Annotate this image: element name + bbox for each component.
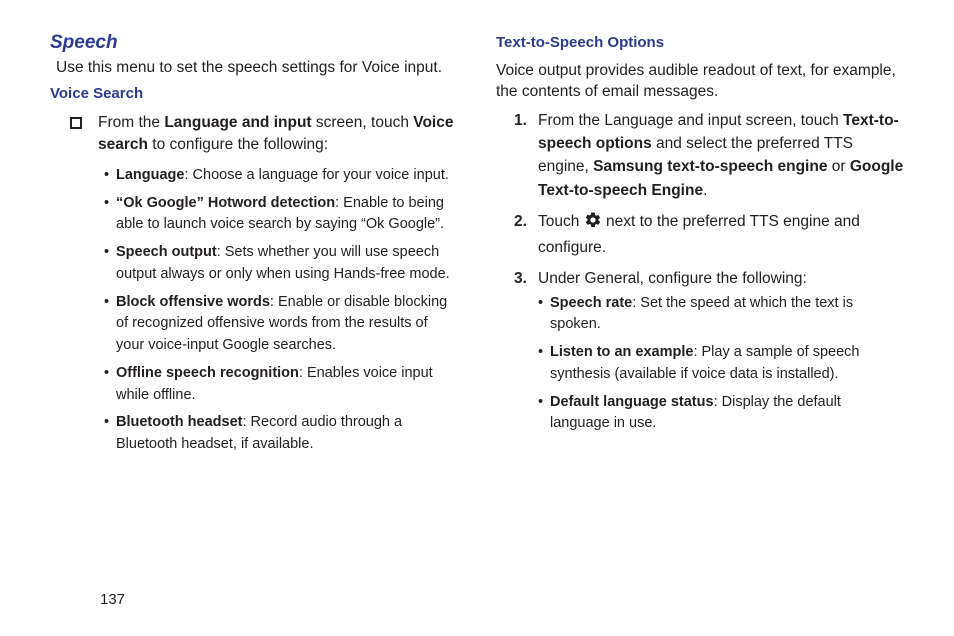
option-name: Speech rate xyxy=(550,295,632,311)
option-name: Listen to an example xyxy=(550,344,693,360)
option-name: Default language status xyxy=(550,394,714,410)
option-name: Block offensive words xyxy=(116,294,270,310)
option-name: Speech output xyxy=(116,244,217,260)
text-fragment: Under General, configure the following: xyxy=(538,270,807,287)
list-item: Language: Choose a language for your voi… xyxy=(104,165,458,187)
list-item: Speech rate: Set the speed at which the … xyxy=(538,293,904,337)
list-item: Offline speech recognition: Enables voic… xyxy=(104,363,458,407)
tts-intro: Voice output provides audible readout of… xyxy=(496,61,904,103)
list-item: Default language status: Display the def… xyxy=(538,392,904,436)
text-fragment: Touch xyxy=(538,213,584,230)
bold-fragment: Language and input xyxy=(164,114,311,131)
list-item: Bluetooth headset: Record audio through … xyxy=(104,412,458,456)
manual-page: Speech Use this menu to set the speech s… xyxy=(0,0,954,636)
list-item: Speech output: Sets whether you will use… xyxy=(104,242,458,286)
step-item: Touch next to the preferred TTS engine a… xyxy=(538,210,904,260)
left-column: Speech Use this menu to set the speech s… xyxy=(50,32,458,462)
tts-steps-list: From the Language and input screen, touc… xyxy=(496,109,904,435)
speech-intro: Use this menu to set the speech settings… xyxy=(56,58,458,79)
option-desc: : Choose a language for your voice input… xyxy=(184,167,448,183)
square-bullet-icon xyxy=(70,117,82,129)
square-bullet-text: From the Language and input screen, touc… xyxy=(98,112,458,157)
list-item: “Ok Google” Hotword detection: Enable to… xyxy=(104,193,458,237)
option-name: “Ok Google” Hotword detection xyxy=(116,195,335,211)
section-heading-speech: Speech xyxy=(50,32,458,54)
subheading-voice-search: Voice Search xyxy=(50,85,458,102)
two-column-layout: Speech Use this menu to set the speech s… xyxy=(50,32,904,462)
step-item: Under General, configure the following: … xyxy=(538,267,904,435)
text-fragment: or xyxy=(827,158,849,175)
list-item: Listen to an example: Play a sample of s… xyxy=(538,342,904,386)
text-fragment: From the Language and input screen, touc… xyxy=(538,112,843,129)
right-column: Text-to-Speech Options Voice output prov… xyxy=(496,32,904,462)
square-bullet-item: From the Language and input screen, touc… xyxy=(70,112,458,157)
text-fragment: to configure the following: xyxy=(148,136,328,153)
voice-search-options-list: Language: Choose a language for your voi… xyxy=(50,165,458,456)
list-item: Block offensive words: Enable or disable… xyxy=(104,292,458,357)
subheading-tts-options: Text-to-Speech Options xyxy=(496,34,904,51)
option-name: Language xyxy=(116,167,184,183)
option-name: Offline speech recognition xyxy=(116,365,299,381)
bold-fragment: Samsung text-to-speech engine xyxy=(593,158,827,175)
general-options-list: Speech rate: Set the speed at which the … xyxy=(538,293,904,436)
page-number: 137 xyxy=(100,591,125,608)
option-name: Bluetooth headset xyxy=(116,414,242,430)
text-fragment: . xyxy=(703,182,707,199)
gear-icon xyxy=(584,211,602,236)
step-item: From the Language and input screen, touc… xyxy=(538,109,904,202)
text-fragment: screen, touch xyxy=(312,114,414,131)
text-fragment: From the xyxy=(98,114,164,131)
